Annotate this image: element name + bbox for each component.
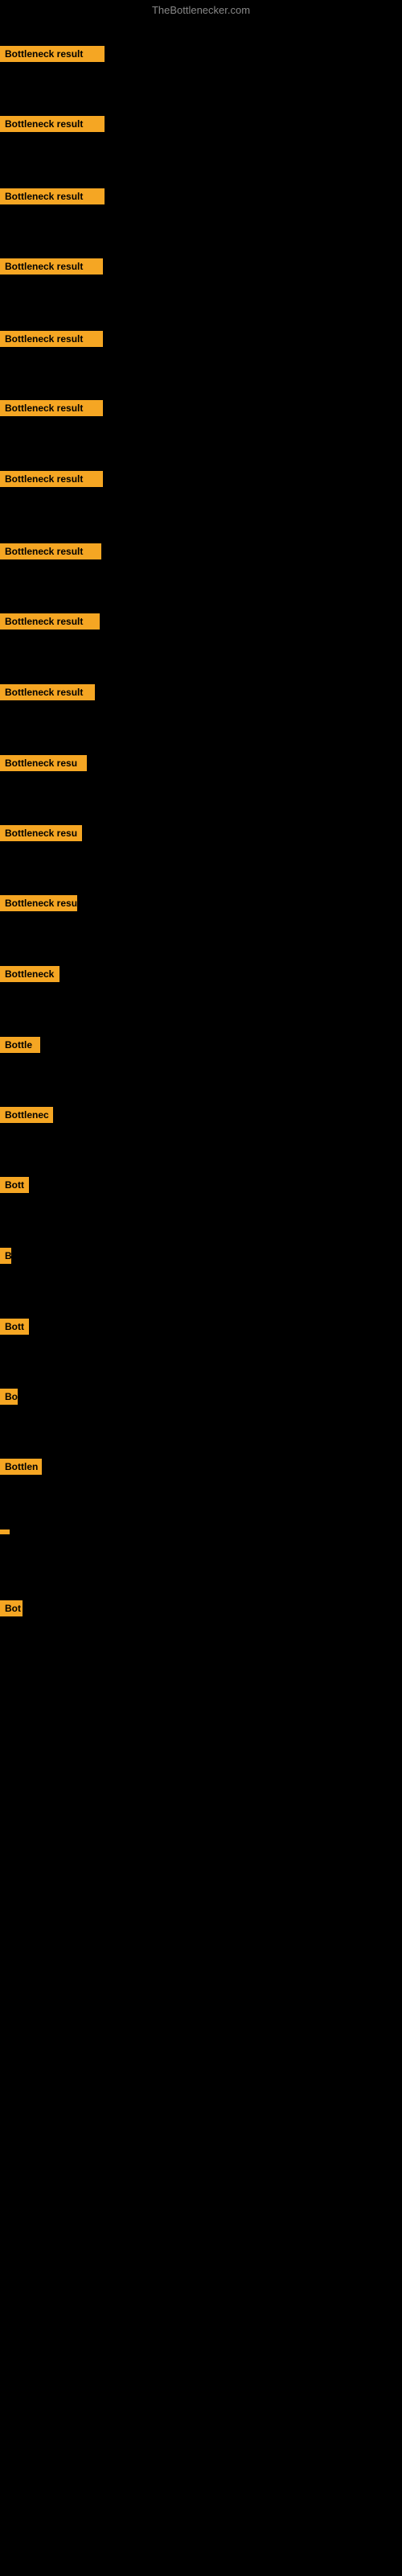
bottleneck-result-badge[interactable]: Bo (0, 1389, 18, 1405)
bottleneck-result-badge[interactable]: Bottleneck result (0, 684, 95, 700)
bottleneck-result-badge[interactable]: Bottleneck result (0, 46, 105, 62)
bottleneck-result-badge[interactable]: Bott (0, 1319, 29, 1335)
bottleneck-result-badge[interactable]: Bottlenec (0, 1107, 53, 1123)
bottleneck-result-badge[interactable]: Bottleneck result (0, 258, 103, 275)
bottleneck-result-badge[interactable]: Bottleneck result (0, 331, 103, 347)
bottleneck-result-badge[interactable]: Bottleneck result (0, 471, 103, 487)
bottleneck-result-badge[interactable]: Bottlen (0, 1459, 42, 1475)
bottleneck-result-badge[interactable]: Bottleneck result (0, 613, 100, 630)
bottleneck-result-badge[interactable]: Bottleneck resu (0, 825, 82, 841)
bottleneck-result-badge[interactable]: Bottleneck result (0, 400, 103, 416)
bottleneck-result-badge[interactable]: Bottle (0, 1037, 40, 1053)
bottleneck-result-badge[interactable]: Bot (0, 1600, 23, 1616)
bottleneck-result-badge[interactable] (0, 1530, 10, 1534)
bottleneck-result-badge[interactable]: Bottleneck result (0, 188, 105, 204)
bottleneck-result-badge[interactable]: Bottleneck result (0, 116, 105, 132)
site-title: TheBottlenecker.com (152, 4, 250, 16)
bottleneck-result-badge[interactable]: Bottleneck resu (0, 755, 87, 771)
bottleneck-result-badge[interactable]: Bottleneck resu (0, 895, 77, 911)
bottleneck-result-badge[interactable]: Bottleneck result (0, 543, 101, 559)
bottleneck-result-badge[interactable]: Bottleneck (0, 966, 59, 982)
bottleneck-result-badge[interactable]: B (0, 1248, 11, 1264)
bottleneck-result-badge[interactable]: Bott (0, 1177, 29, 1193)
